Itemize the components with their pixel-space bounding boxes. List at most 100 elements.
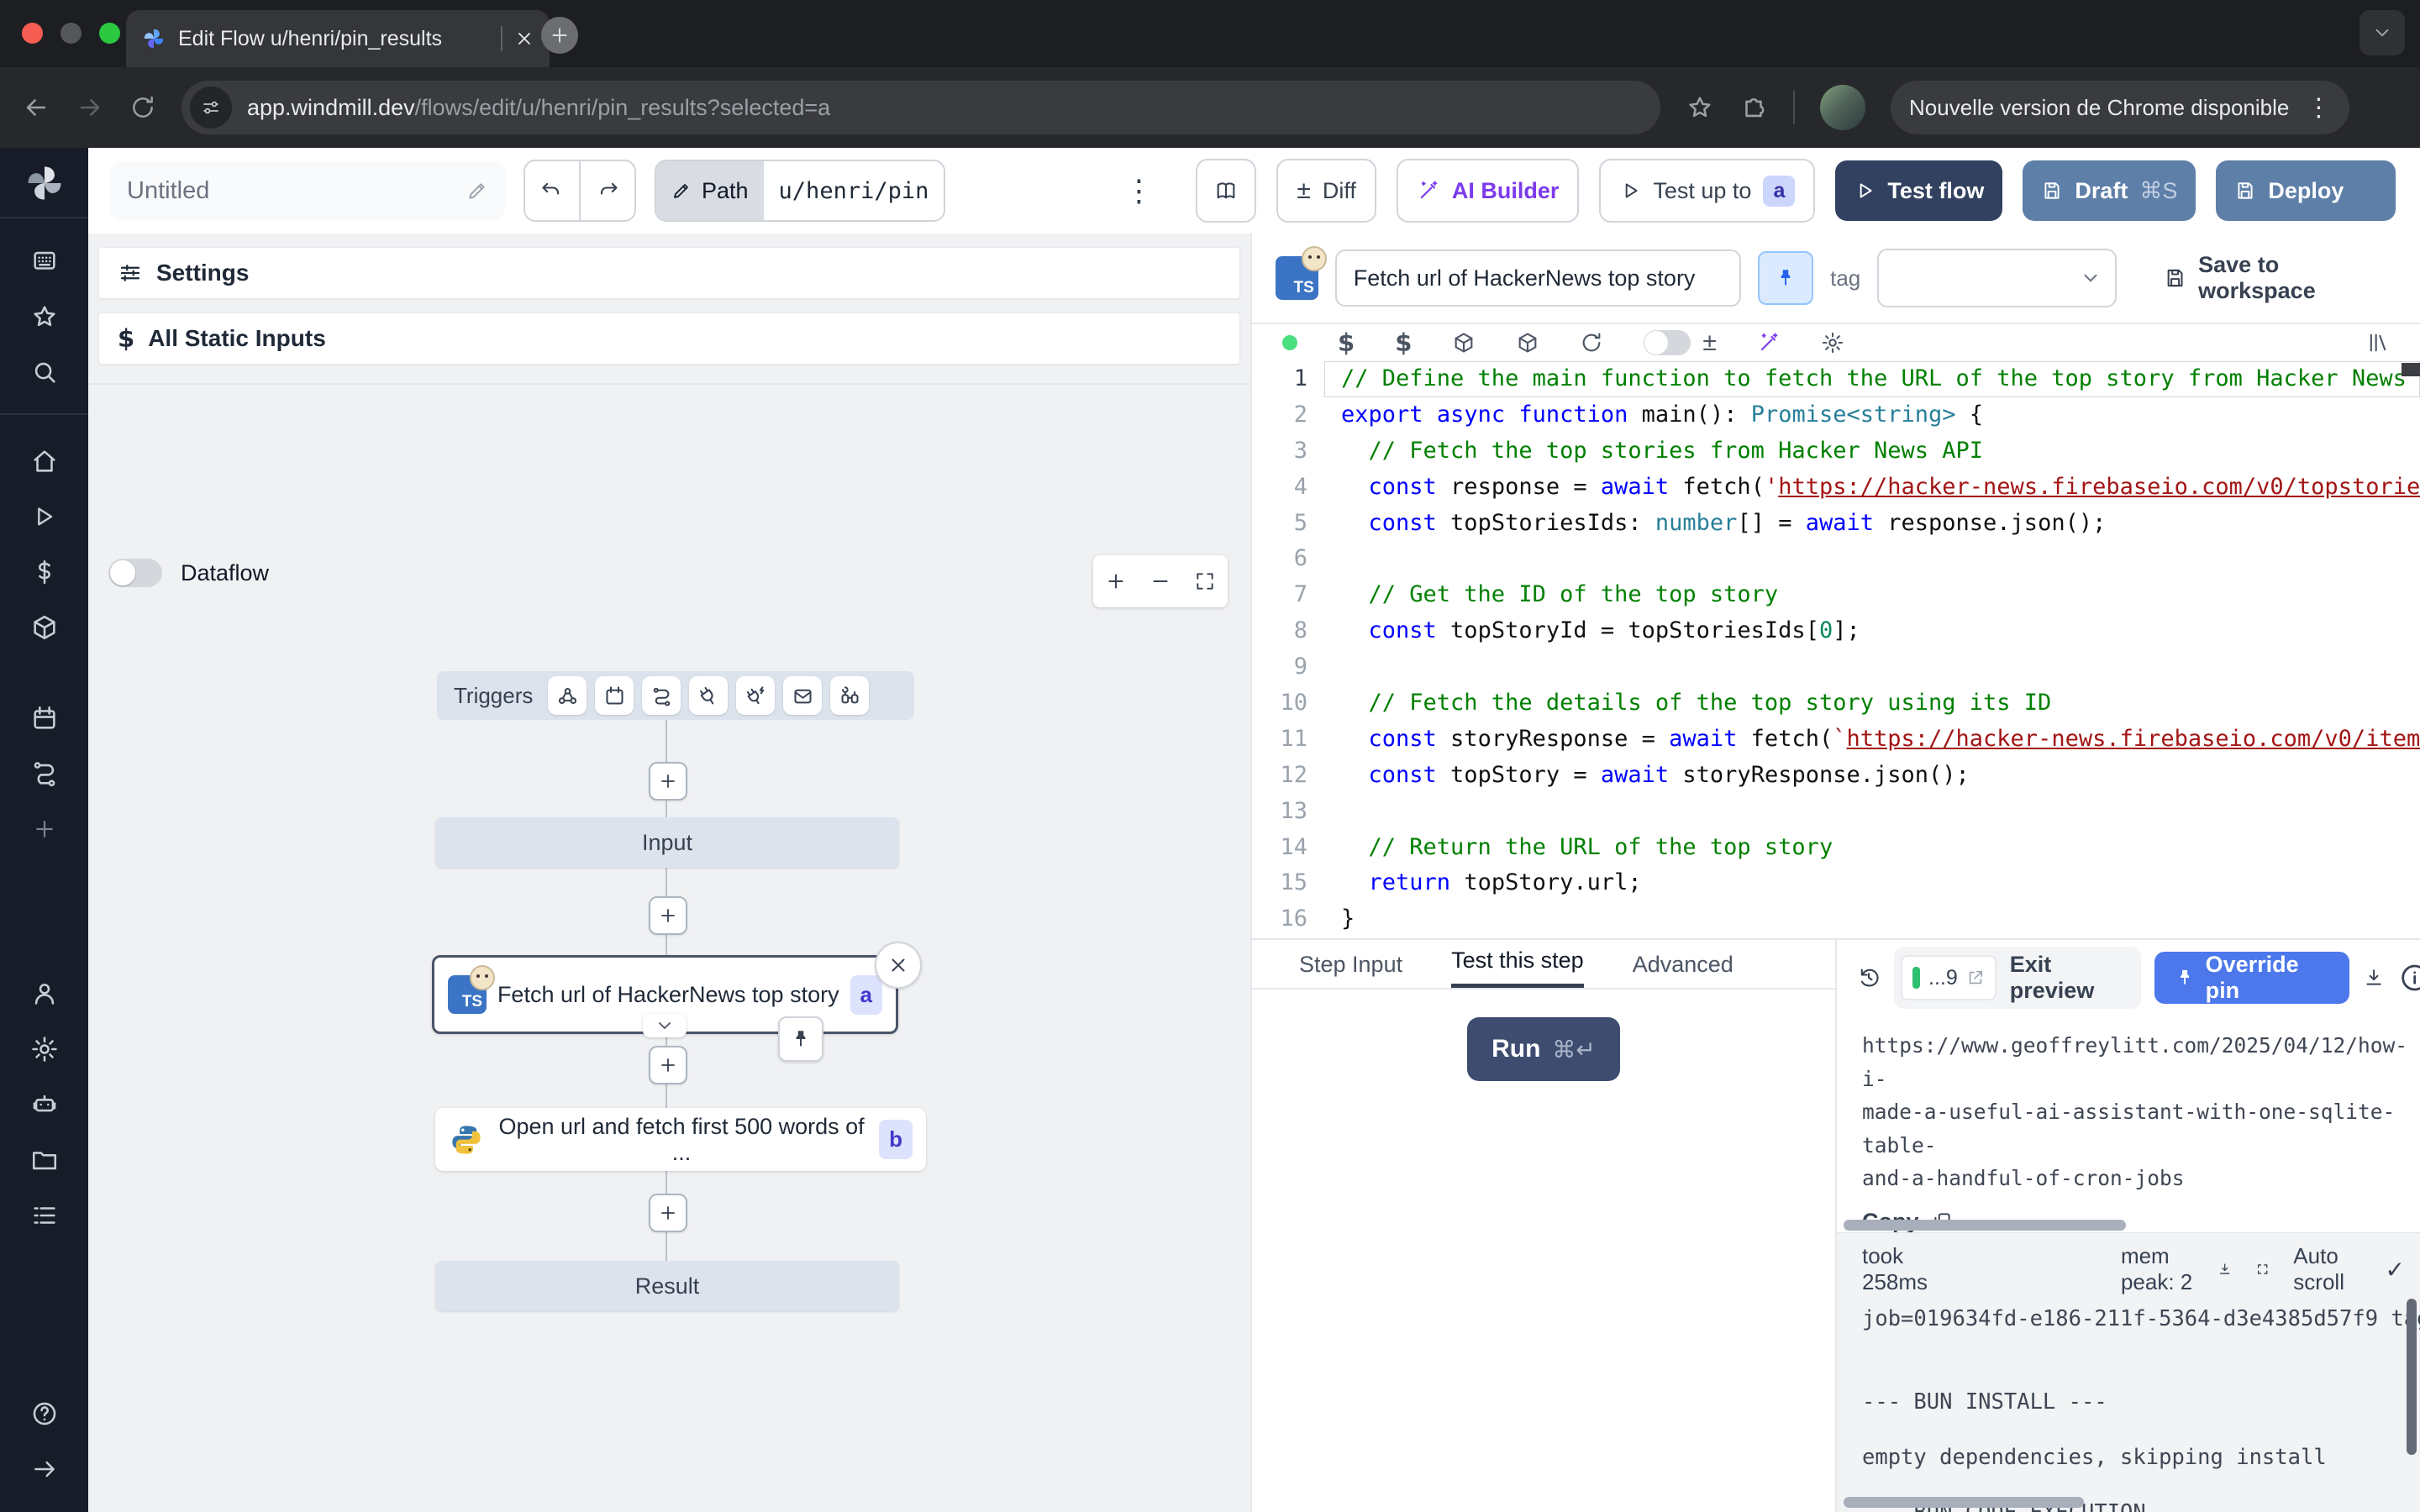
test-up-to-button[interactable]: Test up to a bbox=[1599, 159, 1815, 223]
package-icon[interactable] bbox=[1452, 331, 1476, 354]
collapse-step-button[interactable] bbox=[643, 1014, 687, 1037]
run-button[interactable]: Run ⌘↵ bbox=[1467, 1017, 1620, 1081]
sidebar-item-settings[interactable] bbox=[0, 1021, 88, 1077]
sidebar-item-add[interactable] bbox=[0, 801, 88, 857]
pin-toggle-button[interactable] bbox=[1758, 251, 1813, 305]
insert-step-button[interactable] bbox=[649, 1046, 687, 1084]
variables-button[interactable]: $ bbox=[1338, 328, 1355, 357]
sidebar-item-workers[interactable] bbox=[0, 1077, 88, 1132]
flow-graph[interactable]: Dataflow Triggers Input bbox=[88, 383, 1250, 1512]
sidebar-expand[interactable] bbox=[0, 1441, 88, 1497]
result-node[interactable]: Result bbox=[435, 1261, 899, 1311]
site-settings-icon[interactable] bbox=[190, 87, 232, 129]
chrome-menu-icon[interactable]: ⋮ bbox=[2306, 93, 2331, 123]
test-flow-button[interactable]: Test flow bbox=[1835, 160, 2002, 221]
sidebar-item-home[interactable] bbox=[0, 433, 88, 489]
auto-scroll-checkmark[interactable]: ✓ bbox=[2386, 1256, 2405, 1284]
http-route-trigger-button[interactable] bbox=[642, 676, 681, 715]
resources-button[interactable]: $ bbox=[1395, 328, 1412, 357]
zoom-window-button[interactable] bbox=[99, 23, 120, 44]
draft-button[interactable]: Draft ⌘S bbox=[2023, 160, 2196, 221]
minimize-window-button[interactable] bbox=[60, 23, 82, 44]
sidebar-item-triggers[interactable] bbox=[0, 746, 88, 801]
history-icon[interactable] bbox=[1857, 965, 1881, 990]
scheduled-poll-trigger-button[interactable] bbox=[830, 676, 869, 715]
override-pin-button[interactable]: Override pin bbox=[2154, 952, 2349, 1004]
redo-button[interactable] bbox=[581, 161, 634, 220]
save-to-workspace-button[interactable]: Save to workspace bbox=[2164, 252, 2396, 304]
docs-button[interactable] bbox=[1196, 159, 1256, 223]
edit-pencil-icon[interactable] bbox=[466, 180, 488, 202]
path-chip[interactable]: Path u/henri/pin bbox=[655, 160, 945, 222]
tab-close-icon[interactable] bbox=[514, 29, 534, 49]
expand-logs-icon[interactable] bbox=[2255, 1258, 2270, 1280]
ai-assist-wand-icon[interactable] bbox=[1757, 331, 1781, 354]
ai-builder-button[interactable]: AI Builder bbox=[1397, 159, 1580, 223]
log-horizontal-scrollbar[interactable] bbox=[1844, 1497, 2084, 1508]
insert-step-button[interactable] bbox=[649, 896, 687, 935]
deploy-button[interactable]: Deploy bbox=[2216, 160, 2396, 221]
sidebar-item-variables[interactable] bbox=[0, 544, 88, 600]
external-link-icon[interactable] bbox=[1966, 969, 1985, 987]
sidebar-item-help[interactable] bbox=[0, 1386, 88, 1441]
address-bar[interactable]: app.windmill.dev/flows/edit/u/henri/pin_… bbox=[182, 81, 1660, 134]
tag-select[interactable] bbox=[1877, 249, 2117, 307]
sidebar-item-runs[interactable] bbox=[0, 489, 88, 544]
window-controls[interactable] bbox=[22, 23, 120, 44]
tab-advanced[interactable]: Advanced bbox=[1633, 952, 1733, 988]
download-icon[interactable] bbox=[2363, 966, 2385, 990]
step-node-b[interactable]: Open url and fetch first 500 words of ..… bbox=[435, 1108, 926, 1171]
reload-icon[interactable] bbox=[129, 94, 156, 121]
diff-button[interactable]: ± Diff bbox=[1276, 159, 1376, 223]
dataflow-toggle[interactable] bbox=[108, 559, 162, 587]
exit-preview-button[interactable]: Exit preview bbox=[2010, 952, 2127, 1004]
info-icon[interactable] bbox=[2399, 961, 2420, 995]
log-lines[interactable]: job=019634fd-e186-211f-5364-d3e4385d57f9… bbox=[1837, 1295, 2420, 1512]
tab-test-this-step[interactable]: Test this step bbox=[1451, 948, 1584, 988]
forward-icon[interactable] bbox=[76, 93, 104, 122]
undo-button[interactable] bbox=[525, 161, 581, 220]
schedule-trigger-button[interactable] bbox=[595, 676, 634, 715]
fit-view-button[interactable] bbox=[1183, 570, 1228, 592]
pinned-result-indicator[interactable] bbox=[778, 1016, 823, 1062]
extensions-icon[interactable] bbox=[1739, 93, 1768, 122]
library-icon[interactable] bbox=[2366, 331, 2390, 354]
sidebar-item-favorites[interactable] bbox=[0, 289, 88, 344]
reload-icon[interactable] bbox=[1580, 331, 1603, 354]
new-tab-button[interactable] bbox=[541, 17, 578, 54]
windmill-logo[interactable] bbox=[23, 161, 66, 205]
flow-title-box[interactable]: Untitled bbox=[110, 161, 505, 220]
diff-mode-toggle[interactable] bbox=[1644, 330, 1691, 355]
webhook-trigger-button[interactable] bbox=[548, 676, 587, 715]
download-logs-icon[interactable] bbox=[2217, 1258, 2232, 1280]
tab-search-button[interactable] bbox=[2360, 10, 2405, 55]
remove-step-button[interactable] bbox=[875, 942, 922, 989]
sidebar-item-schedules[interactable] bbox=[0, 690, 88, 746]
result-output[interactable]: https://www.geoffreylitt.com/2025/04/12/… bbox=[1837, 1007, 2420, 1195]
insert-step-button[interactable] bbox=[649, 1194, 687, 1232]
insert-step-button[interactable] bbox=[649, 762, 687, 801]
sidebar-item-audit-logs[interactable] bbox=[0, 1188, 88, 1243]
code-editor[interactable]: 1// Define the main function to fetch th… bbox=[1252, 361, 2420, 938]
kafka-trigger-button[interactable] bbox=[736, 676, 775, 715]
back-icon[interactable] bbox=[22, 93, 50, 122]
editor-scrollbar[interactable] bbox=[2402, 363, 2420, 376]
sidebar-item-resources[interactable] bbox=[0, 600, 88, 655]
package-icon[interactable] bbox=[1516, 331, 1539, 354]
sidebar-item-users[interactable] bbox=[0, 966, 88, 1021]
tab-step-input[interactable]: Step Input bbox=[1299, 952, 1402, 988]
close-window-button[interactable] bbox=[22, 23, 43, 44]
sidebar-item-apps[interactable] bbox=[0, 234, 88, 289]
email-trigger-button[interactable] bbox=[783, 676, 822, 715]
input-node[interactable]: Input bbox=[435, 817, 899, 868]
zoom-out-button[interactable] bbox=[1138, 570, 1182, 592]
chrome-update-button[interactable]: Nouvelle version de Chrome disponible ⋮ bbox=[1891, 81, 2349, 134]
all-static-inputs-row[interactable]: $ All Static Inputs bbox=[98, 312, 1240, 365]
editor-settings-gear-icon[interactable] bbox=[1821, 331, 1844, 354]
websocket-trigger-button[interactable] bbox=[689, 676, 728, 715]
horizontal-scrollbar[interactable] bbox=[1844, 1220, 2126, 1231]
url-text[interactable]: app.windmill.dev/flows/edit/u/henri/pin_… bbox=[247, 95, 830, 121]
sidebar-item-folders[interactable] bbox=[0, 1132, 88, 1188]
step-name-input[interactable] bbox=[1335, 249, 1741, 307]
sidebar-item-search[interactable] bbox=[0, 344, 88, 400]
